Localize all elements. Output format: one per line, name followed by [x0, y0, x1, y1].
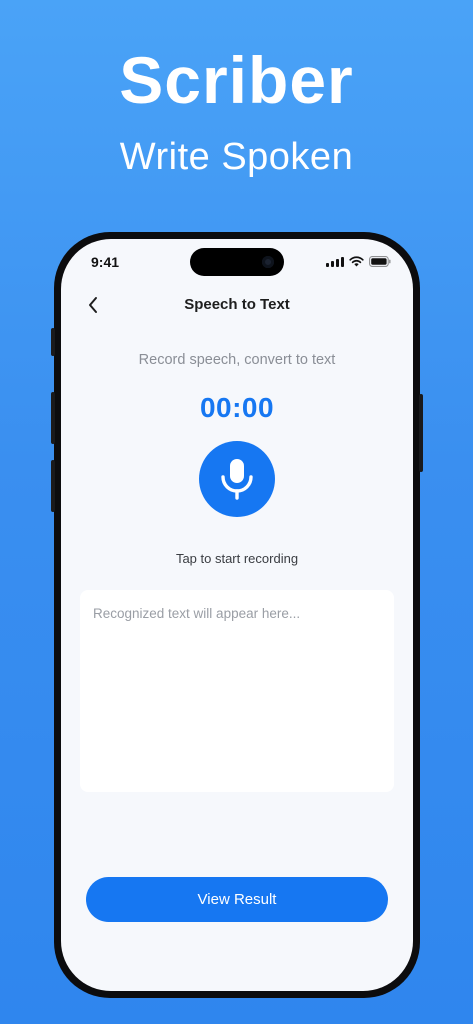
page-title: Speech to Text	[184, 296, 290, 313]
recorder-subtitle: Record speech, convert to text	[138, 352, 336, 368]
battery-icon	[369, 255, 391, 267]
view-result-button[interactable]: View Result	[86, 877, 388, 922]
phone-volume-down	[51, 460, 55, 512]
phone-frame: 9:41 Speech to Text Record speech, conve…	[51, 232, 423, 998]
phone-volume-up	[51, 392, 55, 444]
wifi-icon	[349, 255, 364, 266]
signal-icon	[326, 256, 344, 267]
phone-power-button	[419, 394, 423, 472]
phone-screen: 9:41 Speech to Text Record speech, conve…	[61, 239, 413, 991]
camera-icon	[262, 256, 274, 268]
record-hint: Tap to start recording	[175, 551, 299, 566]
dynamic-island	[190, 248, 284, 276]
tagline: Write Spoken	[119, 136, 354, 178]
status-time: 9:41	[91, 254, 120, 270]
microphone-icon	[221, 459, 253, 500]
app-name: Scriber	[119, 43, 354, 117]
phone-silent-switch	[51, 328, 55, 356]
recognized-text-box	[80, 590, 394, 792]
record-button[interactable]	[199, 441, 275, 517]
status-icons	[326, 254, 391, 268]
recording-timer: 00:00	[199, 392, 275, 423]
recognized-text-field[interactable]	[93, 606, 381, 776]
